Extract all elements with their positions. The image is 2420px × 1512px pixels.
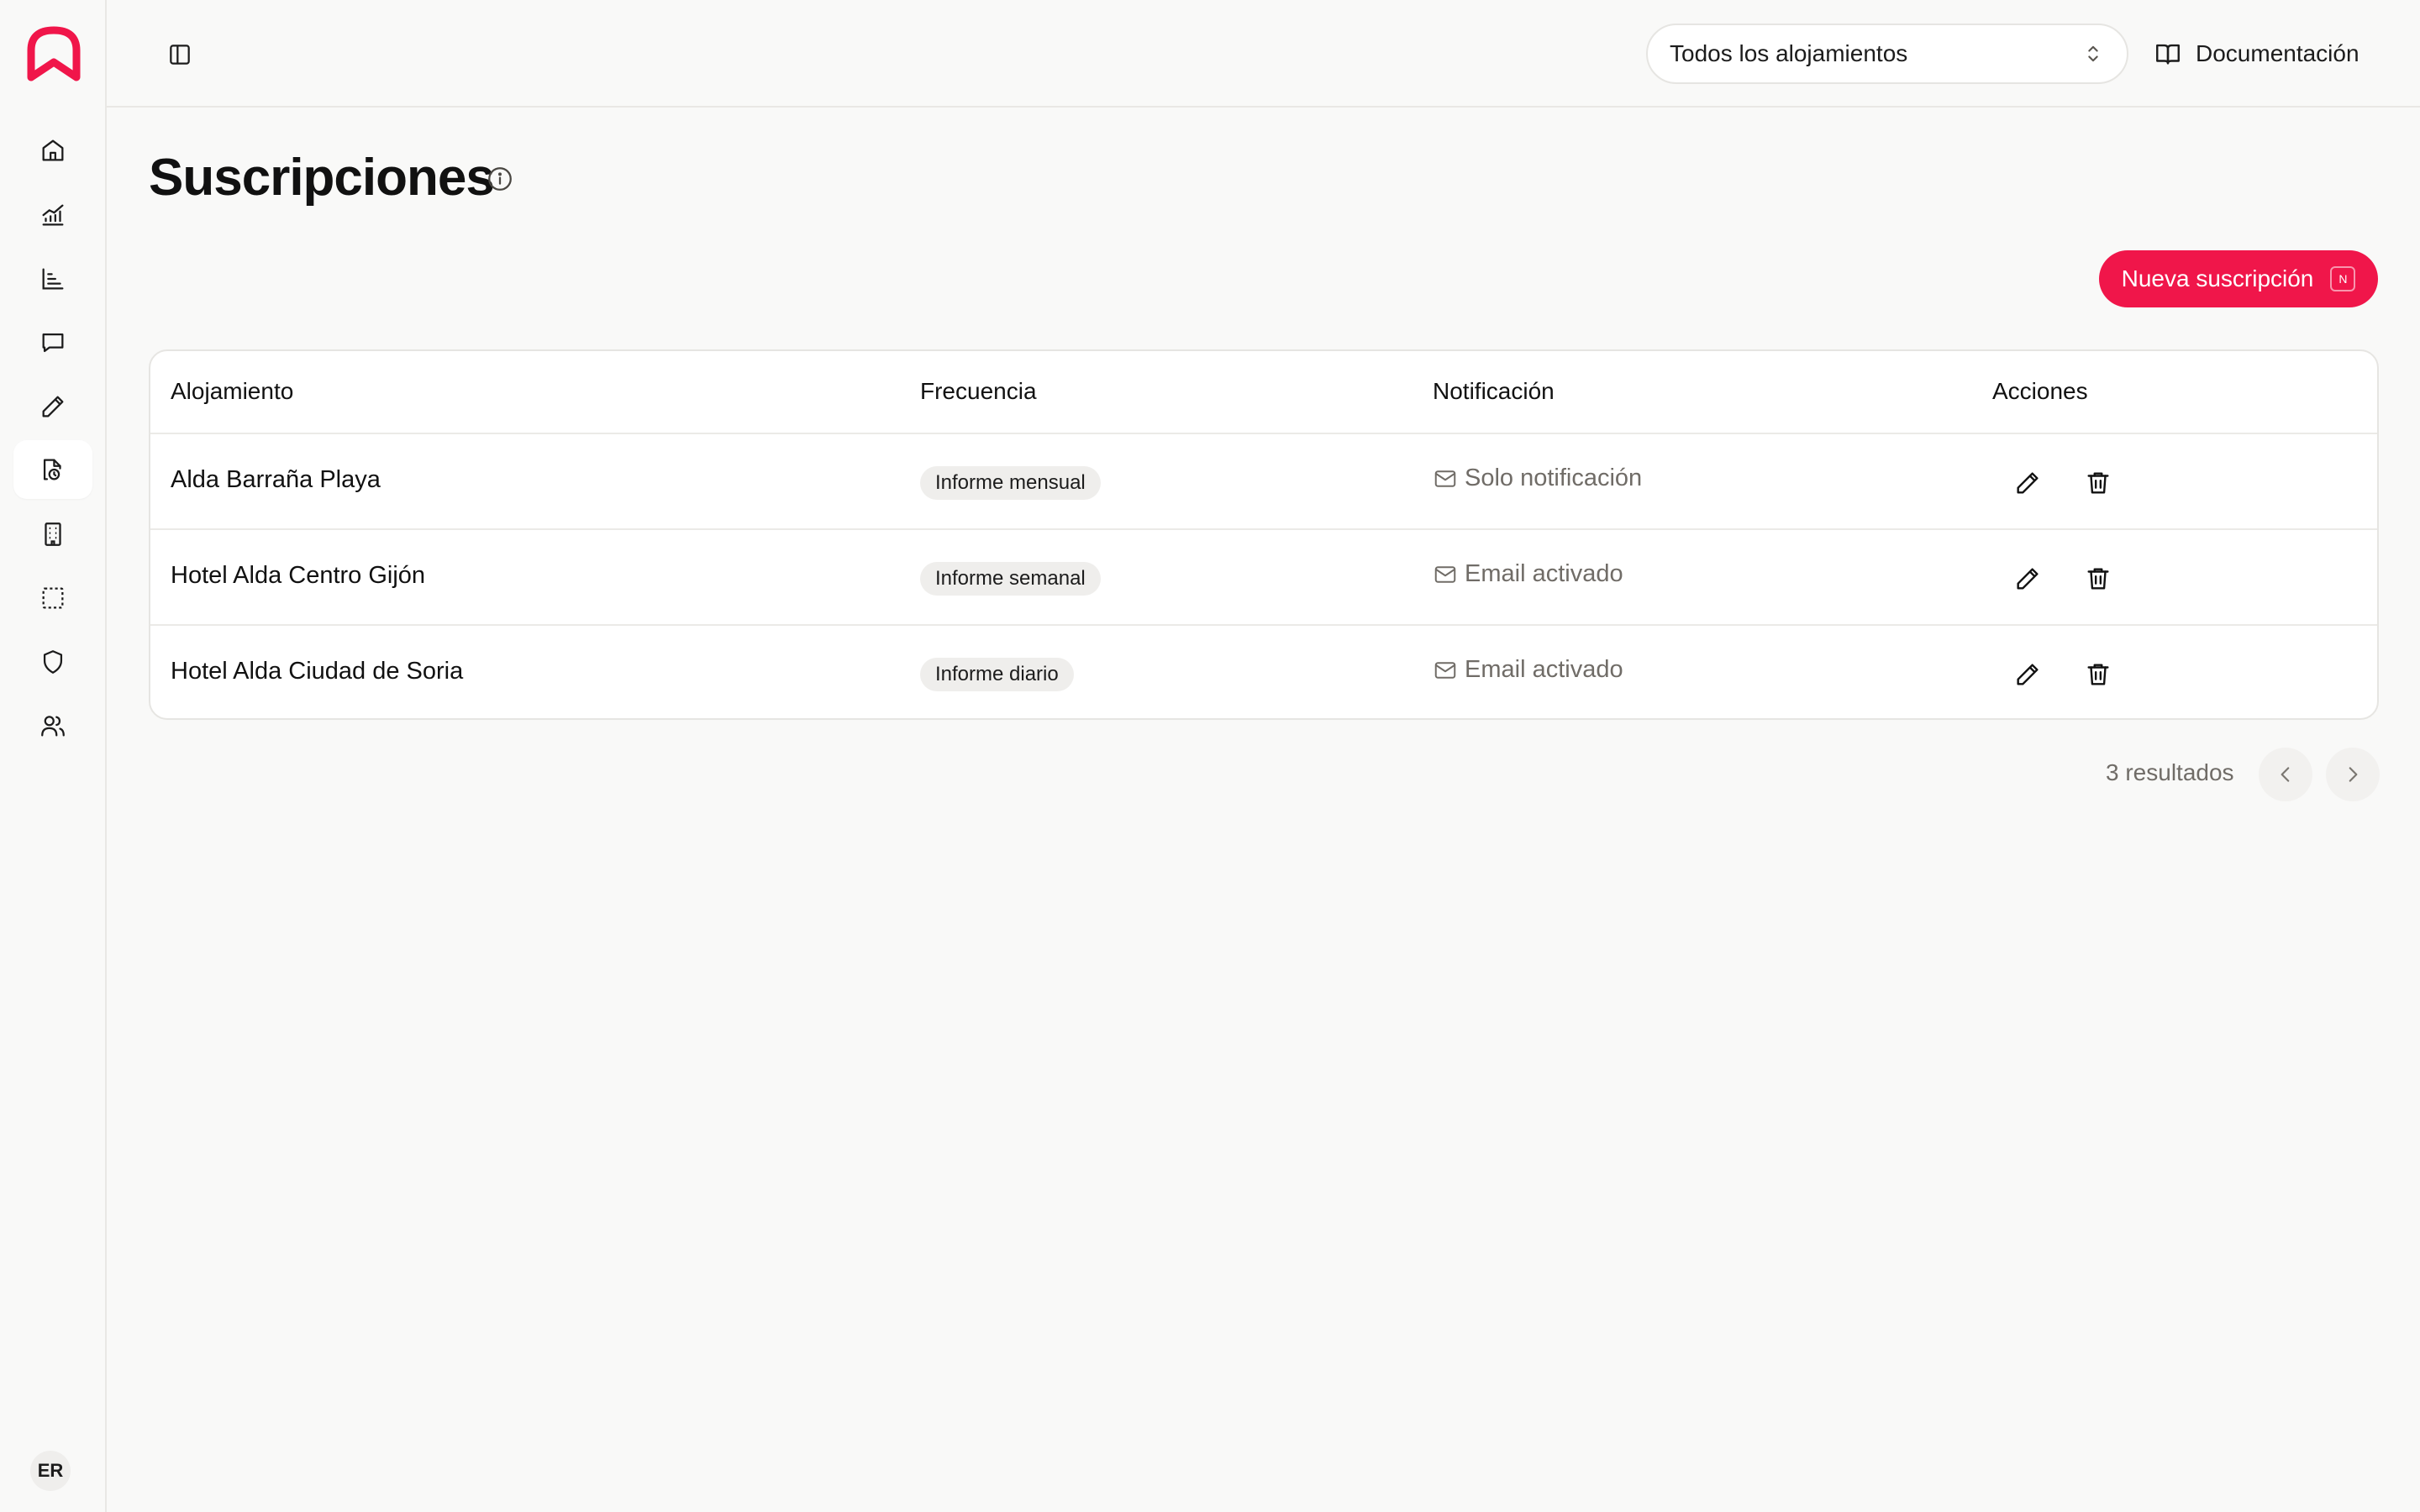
delete-button[interactable] (2080, 560, 2117, 597)
sidebar-item-analytics[interactable] (13, 186, 92, 244)
pencil-icon (2017, 568, 2039, 590)
sidebar-item-properties[interactable] (13, 505, 92, 564)
analytics-chart-icon (42, 204, 64, 226)
trash-icon (2087, 568, 2109, 590)
column-header-actions: Acciones (1992, 378, 2088, 404)
new-subscription-label: Nueva suscripción (2121, 265, 2314, 291)
sidebar-item-users[interactable] (13, 696, 92, 755)
shield-icon (43, 650, 63, 674)
trash-icon (2087, 472, 2109, 494)
results-count: 3 resultados (2106, 759, 2234, 785)
edit-button[interactable] (2009, 465, 2046, 501)
sidebar-item-edit[interactable] (13, 377, 92, 436)
trash-icon (2087, 664, 2109, 685)
sidebar-item-messages[interactable] (13, 313, 92, 372)
new-subscription-button[interactable]: Nueva suscripción N (2099, 250, 2378, 307)
mail-icon (1434, 565, 1456, 583)
sidebar-item-subscriptions[interactable] (13, 440, 92, 499)
users-icon (41, 716, 65, 737)
bar-chart-icon (42, 268, 64, 290)
sidebar-toggle-icon (170, 45, 190, 65)
edit-button[interactable] (2009, 560, 2046, 597)
chevron-up-down-icon (2088, 45, 2098, 62)
chevron-right-icon (2349, 767, 2358, 782)
pencil-icon (2017, 664, 2039, 685)
pencil-icon (2017, 472, 2039, 494)
subscriptions-table: Alojamiento Frecuencia Notificación Acci… (149, 349, 2379, 720)
documentation-link[interactable]: Documentación (2154, 30, 2360, 77)
info-icon[interactable] (486, 165, 514, 193)
sidebar-item-reports[interactable] (13, 249, 92, 308)
sidebar-item-areas[interactable] (13, 569, 92, 627)
table-row[interactable]: Alda Barraña Playa Informe mensual Solo … (150, 434, 2377, 530)
sidebar-item-home[interactable] (13, 121, 92, 180)
pencil-icon (42, 396, 64, 417)
mail-icon (1434, 470, 1456, 487)
column-header-frequency[interactable]: Frecuencia (920, 378, 1037, 405)
column-header-property[interactable]: Alojamiento (171, 378, 293, 405)
delete-button[interactable] (2080, 656, 2117, 693)
notification-label: Solo notificación (1465, 465, 1643, 491)
delete-button[interactable] (2080, 465, 2117, 501)
page-title: Suscripciones (149, 149, 495, 207)
property-select-value: Todos los alojamientos (1670, 40, 1908, 66)
message-icon (42, 333, 64, 353)
notification-status: Email activado (1433, 560, 1623, 588)
building-icon (45, 522, 61, 546)
notification-label: Email activado (1465, 560, 1623, 587)
property-select[interactable]: Todos los alojamientos (1646, 24, 2128, 84)
previous-page-button[interactable] (2259, 748, 2312, 801)
property-name: Alda Barraña Playa (171, 466, 381, 493)
table-header: Alojamiento Frecuencia Notificación Acci… (150, 351, 2377, 434)
keyboard-shortcut-badge: N (2330, 266, 2356, 291)
notification-status: Email activado (1433, 656, 1623, 684)
table-row[interactable]: Hotel Alda Centro Gijón Informe semanal … (150, 530, 2377, 626)
column-header-notification[interactable]: Notificación (1433, 378, 1555, 405)
documentation-label: Documentación (2196, 40, 2360, 66)
mail-icon (1434, 661, 1456, 679)
table-row[interactable]: Hotel Alda Ciudad de Soria Informe diari… (150, 626, 2377, 718)
property-name: Hotel Alda Centro Gijón (171, 562, 426, 589)
edit-button[interactable] (2009, 656, 2046, 693)
sidebar-item-security[interactable] (13, 633, 92, 691)
sidebar: ER (0, 0, 107, 1512)
topbar: Todos los alojamientos Documentación (107, 0, 2420, 108)
file-clock-icon (43, 459, 61, 480)
dashed-square-icon (42, 587, 64, 609)
brand-logo[interactable] (26, 25, 82, 82)
notification-status: Solo notificación (1433, 465, 1642, 492)
frequency-badge: Informe mensual (920, 466, 1101, 500)
sidebar-toggle-button[interactable] (159, 34, 201, 76)
home-icon (42, 139, 64, 161)
book-icon (2156, 44, 2180, 65)
property-name: Hotel Alda Ciudad de Soria (171, 658, 464, 685)
notification-label: Email activado (1465, 656, 1623, 683)
frequency-badge: Informe diario (920, 658, 1074, 691)
frequency-badge: Informe semanal (920, 562, 1101, 596)
chevron-left-icon (2281, 767, 2290, 782)
avatar[interactable]: ER (30, 1451, 71, 1491)
next-page-button[interactable] (2326, 748, 2380, 801)
